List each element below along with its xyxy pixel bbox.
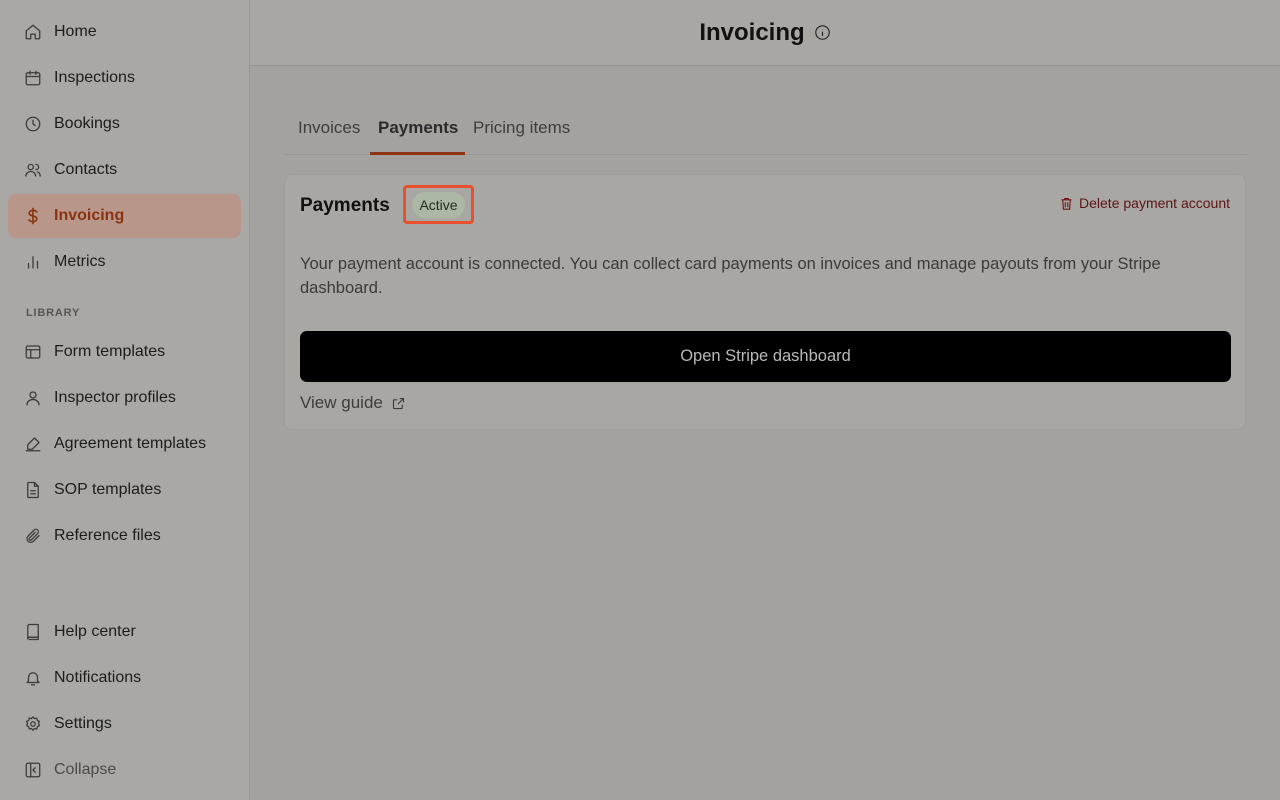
signature-icon bbox=[24, 435, 42, 453]
sidebar-item-settings[interactable]: Settings bbox=[8, 702, 241, 746]
page-title: Invoicing bbox=[699, 18, 805, 46]
sidebar-item-label: Bookings bbox=[54, 115, 120, 132]
sidebar-item-label: Inspections bbox=[54, 69, 135, 86]
sidebar-item-form-templates[interactable]: Form templates bbox=[8, 330, 241, 374]
sidebar-item-agreement-templates[interactable]: Agreement templates bbox=[8, 422, 241, 466]
sidebar-item-inspections[interactable]: Inspections bbox=[8, 56, 241, 100]
layout-icon bbox=[24, 343, 42, 361]
bell-icon bbox=[24, 669, 42, 687]
calendar-icon bbox=[24, 69, 42, 87]
info-icon[interactable] bbox=[814, 24, 831, 41]
bar-chart-icon bbox=[24, 253, 42, 271]
user-icon bbox=[24, 389, 42, 407]
document-icon bbox=[24, 481, 42, 499]
sidebar-item-label: Contacts bbox=[54, 161, 118, 178]
tab-pricing-items[interactable]: Pricing items bbox=[473, 118, 570, 138]
delete-payment-account-label: Delete payment account bbox=[1079, 195, 1230, 211]
sidebar-item-notifications[interactable]: Notifications bbox=[8, 656, 241, 700]
sidebar-item-inspector-profiles[interactable]: Inspector profiles bbox=[8, 376, 241, 420]
home-icon bbox=[24, 23, 42, 41]
sidebar-item-label: Settings bbox=[54, 715, 112, 732]
sidebar-item-label: Notifications bbox=[54, 669, 142, 686]
tab-invoices[interactable]: Invoices bbox=[298, 118, 360, 138]
external-link-icon bbox=[392, 397, 404, 409]
sidebar-item-label: SOP templates bbox=[54, 481, 162, 498]
sidebar-item-invoicing[interactable]: Invoicing bbox=[8, 194, 241, 238]
trash-icon bbox=[1061, 197, 1072, 210]
users-icon bbox=[24, 161, 42, 179]
sidebar-item-label: Invoicing bbox=[54, 207, 125, 224]
sidebar-item-help-center[interactable]: Help center bbox=[8, 610, 241, 654]
status-badge: Active bbox=[412, 191, 465, 218]
view-guide-label: View guide bbox=[300, 393, 383, 412]
sidebar-item-contacts[interactable]: Contacts bbox=[8, 148, 241, 192]
sidebar-item-metrics[interactable]: Metrics bbox=[8, 240, 241, 284]
sidebar-item-label: Inspector profiles bbox=[54, 389, 176, 406]
card-title: Payments bbox=[300, 195, 390, 216]
tab-bar: Invoices Payments Pricing items bbox=[284, 106, 1247, 155]
sidebar-item-label: Form templates bbox=[54, 343, 166, 360]
gear-icon bbox=[24, 715, 42, 733]
sidebar-item-sop-templates[interactable]: SOP templates bbox=[8, 468, 241, 512]
sidebar-item-label: Agreement templates bbox=[54, 435, 207, 452]
open-stripe-dashboard-button[interactable]: Open Stripe dashboard bbox=[300, 331, 1231, 382]
sidebar: Home Inspections Bookings Contacts Invoi… bbox=[0, 0, 250, 800]
sidebar-item-label: Collapse bbox=[54, 761, 117, 778]
clock-icon bbox=[24, 115, 42, 133]
status-badge-highlight: Active bbox=[403, 185, 474, 224]
sidebar-item-home[interactable]: Home bbox=[8, 10, 241, 54]
sidebar-collapse-icon bbox=[24, 761, 42, 779]
page-header: Invoicing bbox=[250, 0, 1280, 66]
sidebar-item-label: Metrics bbox=[54, 253, 106, 270]
paperclip-icon bbox=[24, 527, 42, 545]
sidebar-collapse-button[interactable]: Collapse bbox=[8, 748, 241, 792]
book-icon bbox=[24, 623, 42, 641]
delete-payment-account-button[interactable]: Delete payment account bbox=[1059, 195, 1230, 211]
view-guide-link[interactable]: View guide bbox=[300, 393, 406, 413]
library-section-label: LIBRARY bbox=[26, 307, 81, 319]
sidebar-item-bookings[interactable]: Bookings bbox=[8, 102, 241, 146]
sidebar-item-reference-files[interactable]: Reference files bbox=[8, 514, 241, 558]
sidebar-item-label: Reference files bbox=[54, 527, 161, 544]
active-tab-indicator bbox=[370, 152, 465, 155]
payments-card: Payments Active Delete payment account Y… bbox=[284, 174, 1246, 430]
sidebar-item-label: Home bbox=[54, 23, 97, 40]
sidebar-item-label: Help center bbox=[54, 623, 136, 640]
tab-payments[interactable]: Payments bbox=[378, 118, 458, 138]
dollar-icon bbox=[24, 207, 42, 225]
card-description: Your payment account is connected. You c… bbox=[300, 255, 1161, 297]
